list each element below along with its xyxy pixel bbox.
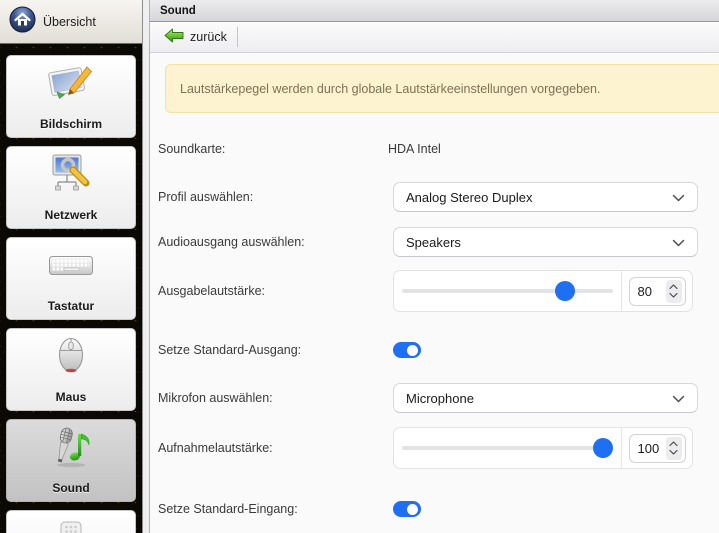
default-input-label: Setze Standard-Eingang: — [158, 502, 393, 516]
home-icon — [9, 6, 36, 38]
sidebar-item-label: Bildschirm — [40, 117, 102, 131]
chevron-down-icon — [672, 391, 685, 406]
output-device-dropdown[interactable]: Speakers — [393, 227, 698, 257]
sidebar-item-maus[interactable]: Maus — [6, 328, 136, 411]
output-volume-control: 80 — [393, 270, 693, 312]
toggle-knob — [407, 504, 418, 515]
panel-content: Lautstärkepegel werden durch globale Lau… — [150, 53, 719, 533]
row-profile: Profil auswählen: Analog Stereo Duplex — [158, 182, 719, 212]
sidebar-item-tastatur[interactable]: Tastatur — [6, 237, 136, 320]
sound-panel: Sound zurück Lautstärkepegel werden durc… — [150, 0, 719, 533]
output-volume-spin-zone: 80 — [622, 271, 692, 311]
input-volume-value: 100 — [638, 441, 660, 456]
remote-icon — [46, 516, 96, 533]
chevron-down-icon — [669, 292, 678, 298]
slider-track[interactable] — [402, 289, 613, 293]
slider-thumb[interactable] — [555, 281, 575, 301]
toolbar-separator — [237, 27, 238, 47]
slider-track[interactable] — [402, 446, 613, 450]
chevron-down-icon — [669, 449, 678, 455]
back-button-label: zurück — [190, 30, 227, 44]
overview-button[interactable]: Übersicht — [0, 0, 142, 44]
notice-text: Lautstärkepegel werden durch globale Lau… — [180, 82, 600, 96]
sidebar-item-bildschirm[interactable]: Bildschirm — [6, 55, 136, 138]
output-device-label: Audioausgang auswählen: — [158, 235, 393, 249]
chevron-down-icon — [672, 235, 685, 250]
row-soundcard: Soundkarte: HDA Intel — [158, 140, 719, 158]
chevron-down-icon — [672, 190, 685, 205]
row-microphone: Mikrofon auswählen: Microphone — [158, 383, 719, 413]
back-arrow-icon — [164, 28, 184, 46]
sidebar-divider — [142, 0, 150, 533]
notice-banner: Lautstärkepegel werden durch globale Lau… — [165, 64, 719, 113]
settings-window: Übersicht — [0, 0, 719, 533]
toolbar: zurück — [150, 22, 719, 53]
overview-label: Übersicht — [43, 15, 96, 29]
default-output-toggle[interactable] — [393, 342, 421, 358]
sidebar-item-partial[interactable] — [6, 510, 136, 533]
profile-label: Profil auswählen: — [158, 190, 393, 204]
soundcard-label: Soundkarte: — [158, 142, 393, 156]
output-device-dropdown-value: Speakers — [406, 235, 461, 250]
input-volume-control: 100 — [393, 427, 693, 469]
toggle-knob — [407, 345, 418, 356]
row-input-volume: Aufnahmelautstärke: 100 — [158, 427, 719, 469]
input-volume-slider[interactable] — [394, 428, 622, 468]
page-title: Sound — [160, 5, 196, 17]
keyboard-icon — [46, 243, 96, 294]
slider-thumb[interactable] — [593, 438, 613, 458]
row-output-device: Audioausgang auswählen: Speakers — [158, 227, 719, 257]
back-button[interactable]: zurück — [158, 25, 233, 49]
output-volume-spinbox[interactable]: 80 — [629, 277, 686, 306]
chevron-up-icon — [669, 441, 678, 447]
sidebar-item-sound[interactable]: Sound — [6, 419, 136, 502]
profile-dropdown-value: Analog Stereo Duplex — [406, 190, 532, 205]
input-volume-spin-zone: 100 — [622, 428, 692, 468]
output-volume-stepper[interactable] — [666, 280, 682, 303]
output-volume-value: 80 — [638, 284, 652, 299]
sidebar-menu: Bildschirm — [0, 44, 142, 533]
panel-title-bar: Sound — [150, 0, 719, 22]
input-volume-stepper[interactable] — [666, 437, 682, 460]
output-volume-label: Ausgabelautstärke: — [158, 284, 393, 298]
microphone-dropdown[interactable]: Microphone — [393, 383, 698, 413]
soundcard-value: HDA Intel — [388, 142, 441, 156]
chevron-up-icon — [669, 284, 678, 290]
sidebar: Übersicht — [0, 0, 142, 533]
microphone-label: Mikrofon auswählen: — [158, 391, 393, 405]
sidebar-item-label: Sound — [52, 481, 89, 495]
network-icon — [46, 152, 96, 203]
display-icon — [46, 61, 96, 112]
sidebar-item-netzwerk[interactable]: Netzwerk — [6, 146, 136, 229]
mouse-icon — [46, 334, 96, 385]
row-default-output: Setze Standard-Ausgang: — [158, 341, 719, 359]
sidebar-item-label: Netzwerk — [45, 208, 98, 222]
sidebar-item-label: Maus — [56, 390, 87, 404]
row-default-input: Setze Standard-Eingang: — [158, 500, 719, 518]
sidebar-item-label: Tastatur — [48, 299, 94, 313]
input-volume-spinbox[interactable]: 100 — [629, 434, 686, 463]
profile-dropdown[interactable]: Analog Stereo Duplex — [393, 182, 698, 212]
default-input-toggle[interactable] — [393, 501, 421, 517]
output-volume-slider[interactable] — [394, 271, 622, 311]
default-output-label: Setze Standard-Ausgang: — [158, 343, 393, 357]
microphone-dropdown-value: Microphone — [406, 391, 474, 406]
row-output-volume: Ausgabelautstärke: 80 — [158, 270, 719, 312]
input-volume-label: Aufnahmelautstärke: — [158, 441, 393, 455]
sound-icon — [46, 425, 96, 476]
